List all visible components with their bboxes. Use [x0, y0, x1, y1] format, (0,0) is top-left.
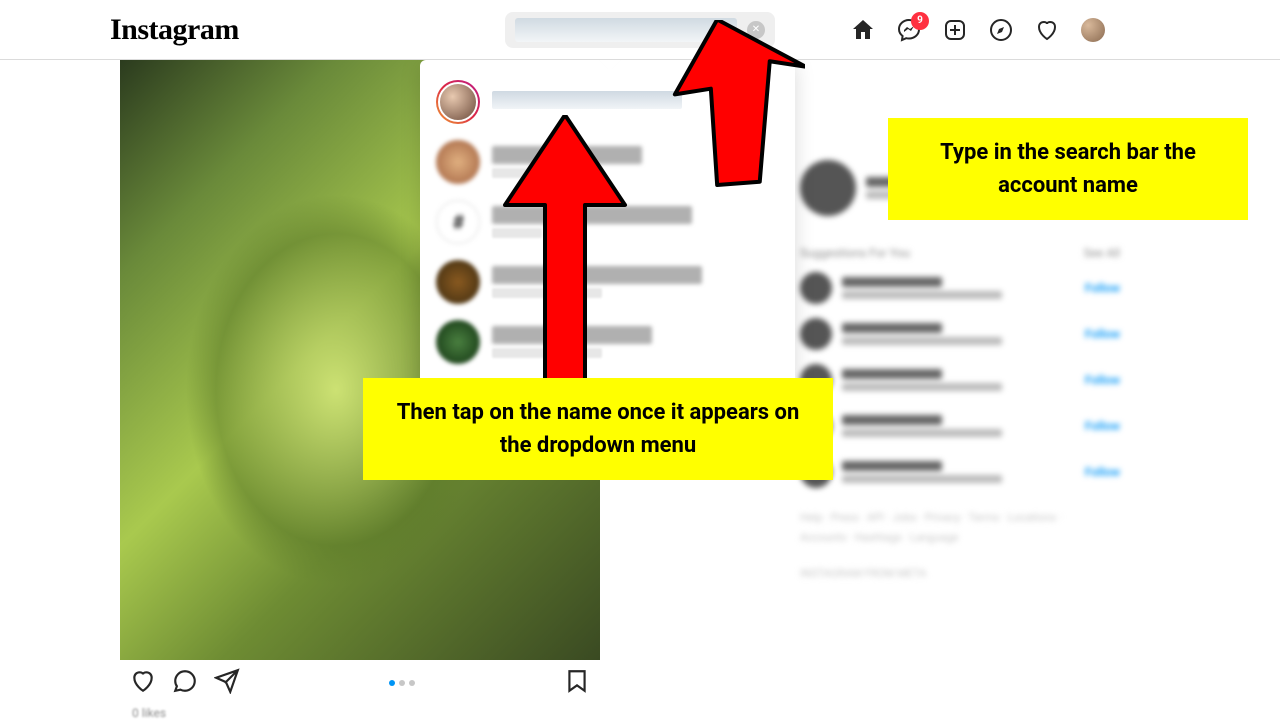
footer-links: Help · Press · API · Jobs · Privacy · Te… [800, 508, 1120, 583]
activity-heart-icon[interactable] [1035, 18, 1059, 42]
post-actions-bar [120, 660, 600, 706]
hashtag-icon: # [436, 200, 480, 244]
annotation-arrow [635, 20, 805, 190]
home-icon[interactable] [851, 18, 875, 42]
like-heart-icon[interactable] [130, 668, 156, 698]
result-avatar [436, 80, 480, 124]
profile-avatar[interactable] [1081, 18, 1105, 42]
nav-icons: 9 [851, 18, 1105, 42]
suggestion-row[interactable]: Follow [800, 456, 1120, 488]
save-bookmark-icon[interactable] [564, 668, 590, 698]
dot [389, 680, 395, 686]
dot [409, 680, 415, 686]
suggestion-row[interactable]: Follow [800, 364, 1120, 396]
new-post-icon[interactable] [943, 18, 967, 42]
suggestion-row[interactable]: Follow [800, 410, 1120, 442]
annotation-arrow [490, 115, 640, 395]
likes-count: 0 likes [120, 706, 600, 720]
suggestions-sidebar: Suggestions For You See All Follow Follo… [800, 160, 1120, 583]
explore-icon[interactable] [989, 18, 1013, 42]
messenger-icon[interactable]: 9 [897, 18, 921, 42]
result-avatar [436, 140, 480, 184]
carousel-dots [389, 680, 415, 686]
result-avatar [436, 320, 480, 364]
annotation-callout: Then tap on the name once it appears on … [363, 378, 833, 480]
suggestions-header: Suggestions For You See All [800, 246, 1120, 260]
result-avatar [436, 260, 480, 304]
messages-badge: 9 [911, 12, 929, 30]
avatar [800, 160, 856, 216]
share-icon[interactable] [214, 668, 240, 698]
comment-icon[interactable] [172, 668, 198, 698]
instagram-logo[interactable]: Instagram [110, 13, 239, 47]
suggestion-row[interactable]: Follow [800, 318, 1120, 350]
annotation-callout: Type in the search bar the account name [888, 118, 1248, 220]
dot [399, 680, 405, 686]
suggestion-row[interactable]: Follow [800, 272, 1120, 304]
